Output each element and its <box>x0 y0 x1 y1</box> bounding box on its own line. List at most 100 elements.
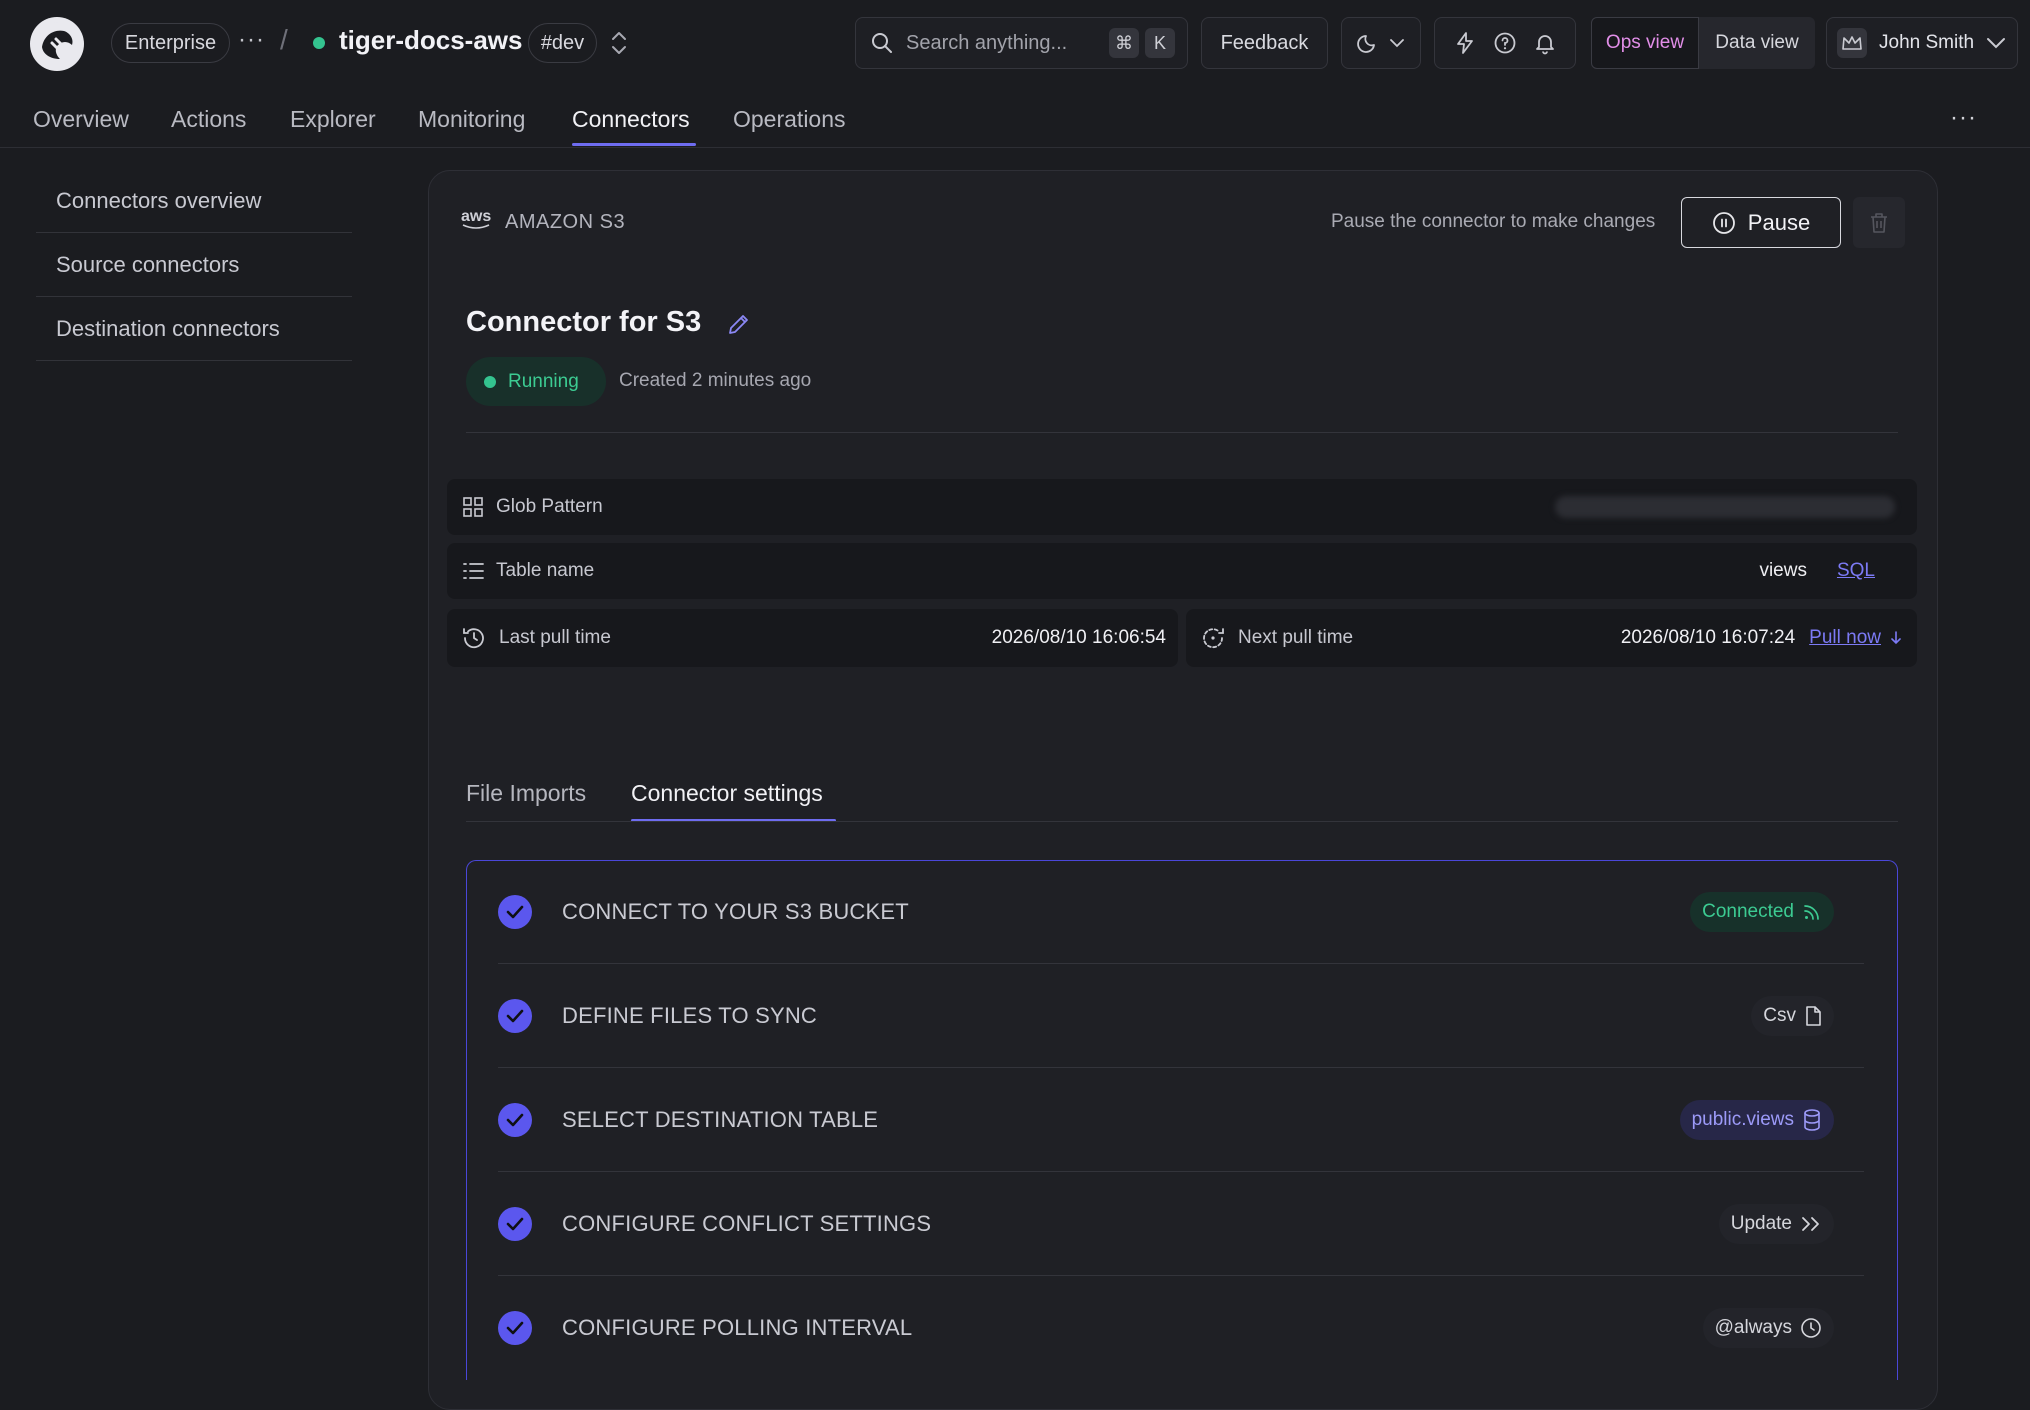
shortcut-cmd-key: ⌘ <box>1109 28 1139 58</box>
pause-hint: Pause the connector to make changes <box>1331 211 1656 232</box>
chevron-down-icon <box>1987 38 2006 49</box>
tiger-logo-icon <box>35 22 79 66</box>
last-pull-label: Last pull time <box>499 627 611 648</box>
clock-icon <box>1801 1318 1821 1338</box>
step-destination-table[interactable]: SELECT DESTINATION TABLE public.views <box>498 1068 1864 1172</box>
status-label: Running <box>508 370 579 392</box>
bell-icon[interactable] <box>1533 31 1557 55</box>
tab-file-imports[interactable]: File Imports <box>466 780 586 807</box>
table-name-value: views <box>1759 560 1807 581</box>
sidebar-item-label: Connectors overview <box>56 187 262 213</box>
tab-operations[interactable]: Operations <box>733 106 846 133</box>
tab-monitoring[interactable]: Monitoring <box>418 106 525 133</box>
step-title: CONFIGURE CONFLICT SETTINGS <box>562 1211 932 1236</box>
created-time: Created 2 minutes ago <box>619 370 812 391</box>
theme-switcher[interactable] <box>1341 17 1421 69</box>
sidebar-item-destination-connectors[interactable]: Destination connectors <box>36 297 352 361</box>
pause-label: Pause <box>1747 209 1811 235</box>
check-icon <box>498 1207 532 1241</box>
project-switch-icon[interactable] <box>609 30 629 56</box>
arrow-down-icon <box>1891 631 1901 645</box>
tab-actions[interactable]: Actions <box>171 106 246 133</box>
tab-connector-settings[interactable]: Connector settings <box>631 780 823 807</box>
grid-icon <box>463 497 483 517</box>
sidebar-item-connectors-overview[interactable]: Connectors overview <box>36 169 352 233</box>
check-icon <box>498 999 532 1033</box>
ops-view-toggle[interactable]: Ops view <box>1591 17 1699 69</box>
step-badge-update: Update <box>1718 1204 1834 1244</box>
trash-icon <box>1871 212 1887 233</box>
step-badge-label: @always <box>1714 1317 1792 1338</box>
tab-explorer[interactable]: Explorer <box>290 106 376 133</box>
shortcut-k-key: K <box>1145 28 1175 58</box>
step-badge-csv: Csv <box>1751 996 1834 1036</box>
step-polling-interval[interactable]: CONFIGURE POLLING INTERVAL @always <box>498 1276 1864 1380</box>
tabs-divider <box>466 821 1898 822</box>
search-box[interactable]: Search anything... ⌘ K <box>855 17 1188 69</box>
app-logo[interactable] <box>30 17 84 71</box>
chevrons-right-icon <box>1802 1217 1819 1231</box>
data-view-toggle[interactable]: Data view <box>1699 17 1815 69</box>
help-icon[interactable] <box>1493 31 1517 55</box>
glob-pattern-label: Glob Pattern <box>496 496 603 517</box>
glob-pattern-value-redacted <box>1555 496 1895 518</box>
chevron-down-icon <box>1390 39 1404 48</box>
next-pull-row: Next pull time 2026/08/10 16:07:24 Pull … <box>1186 609 1917 667</box>
pause-button[interactable]: Pause <box>1681 197 1841 248</box>
org-switcher[interactable]: Enterprise <box>111 23 230 63</box>
step-define-files[interactable]: DEFINE FILES TO SYNC Csv <box>498 964 1864 1068</box>
step-title: SELECT DESTINATION TABLE <box>562 1107 879 1132</box>
aws-logo: aws <box>461 209 491 230</box>
last-pull-row: Last pull time 2026/08/10 16:06:54 <box>447 609 1178 667</box>
search-input[interactable]: Search anything... <box>906 32 1067 55</box>
pull-now-link[interactable]: Pull now <box>1809 627 1881 649</box>
env-tag[interactable]: #dev <box>528 23 597 63</box>
step-connect-s3[interactable]: CONNECT TO YOUR S3 BUCKET Connected <box>498 860 1864 964</box>
step-badge-polling: @always <box>1702 1308 1834 1348</box>
user-menu[interactable]: John Smith <box>1826 17 2018 69</box>
project-status-dot <box>313 37 325 49</box>
check-icon <box>498 1103 532 1137</box>
table-name-row: Table name views SQL <box>447 543 1917 599</box>
step-badge-label: public.views <box>1691 1109 1794 1130</box>
project-name[interactable]: tiger-docs-aws <box>339 25 523 56</box>
step-title: CONNECT TO YOUR S3 BUCKET <box>562 899 909 924</box>
moon-icon <box>1357 35 1375 53</box>
pause-icon <box>1712 211 1735 234</box>
rss-icon <box>1804 905 1819 920</box>
database-icon <box>1804 1109 1820 1131</box>
toolbar-icon-group <box>1434 17 1576 69</box>
table-name-label: Table name <box>496 560 595 581</box>
file-icon <box>1806 1006 1821 1026</box>
next-pull-label: Next pull time <box>1238 627 1354 648</box>
nav-more-button[interactable]: ··· <box>1950 104 1977 132</box>
step-title: CONFIGURE POLLING INTERVAL <box>562 1315 913 1340</box>
step-badge-connected: Connected <box>1690 892 1834 932</box>
step-badge-label: Csv <box>1763 1005 1796 1026</box>
delete-button[interactable] <box>1853 197 1905 248</box>
glob-pattern-row: Glob Pattern <box>447 479 1917 535</box>
sql-link[interactable]: SQL <box>1837 560 1875 582</box>
feedback-button[interactable]: Feedback <box>1201 17 1328 69</box>
org-label: Enterprise <box>124 31 217 54</box>
step-badge-table: public.views <box>1679 1100 1834 1140</box>
step-badge-label: Connected <box>1702 901 1794 922</box>
sidebar-item-source-connectors[interactable]: Source connectors <box>36 233 352 297</box>
tab-connectors[interactable]: Connectors <box>572 106 690 133</box>
step-conflict-settings[interactable]: CONFIGURE CONFLICT SETTINGS Update <box>498 1172 1864 1276</box>
next-pull-value: 2026/08/10 16:07:24 <box>1620 627 1796 648</box>
check-icon <box>498 1311 532 1345</box>
connector-title: Connector for S3 <box>466 306 702 338</box>
future-clock-icon <box>1203 628 1224 649</box>
active-tab-indicator <box>572 143 696 146</box>
edit-title-icon[interactable] <box>726 311 752 337</box>
lightning-icon[interactable] <box>1453 31 1477 55</box>
sidebar-item-label: Destination connectors <box>56 315 280 341</box>
org-more-button[interactable]: ··· <box>238 26 265 54</box>
top-bar: Enterprise ··· / tiger-docs-aws #dev Sea… <box>0 0 2030 86</box>
tab-overview[interactable]: Overview <box>33 106 129 133</box>
last-pull-value: 2026/08/10 16:06:54 <box>991 627 1166 648</box>
list-icon <box>463 563 484 579</box>
step-badge-label: Update <box>1730 1213 1792 1234</box>
sidebar-item-label: Source connectors <box>56 251 240 277</box>
